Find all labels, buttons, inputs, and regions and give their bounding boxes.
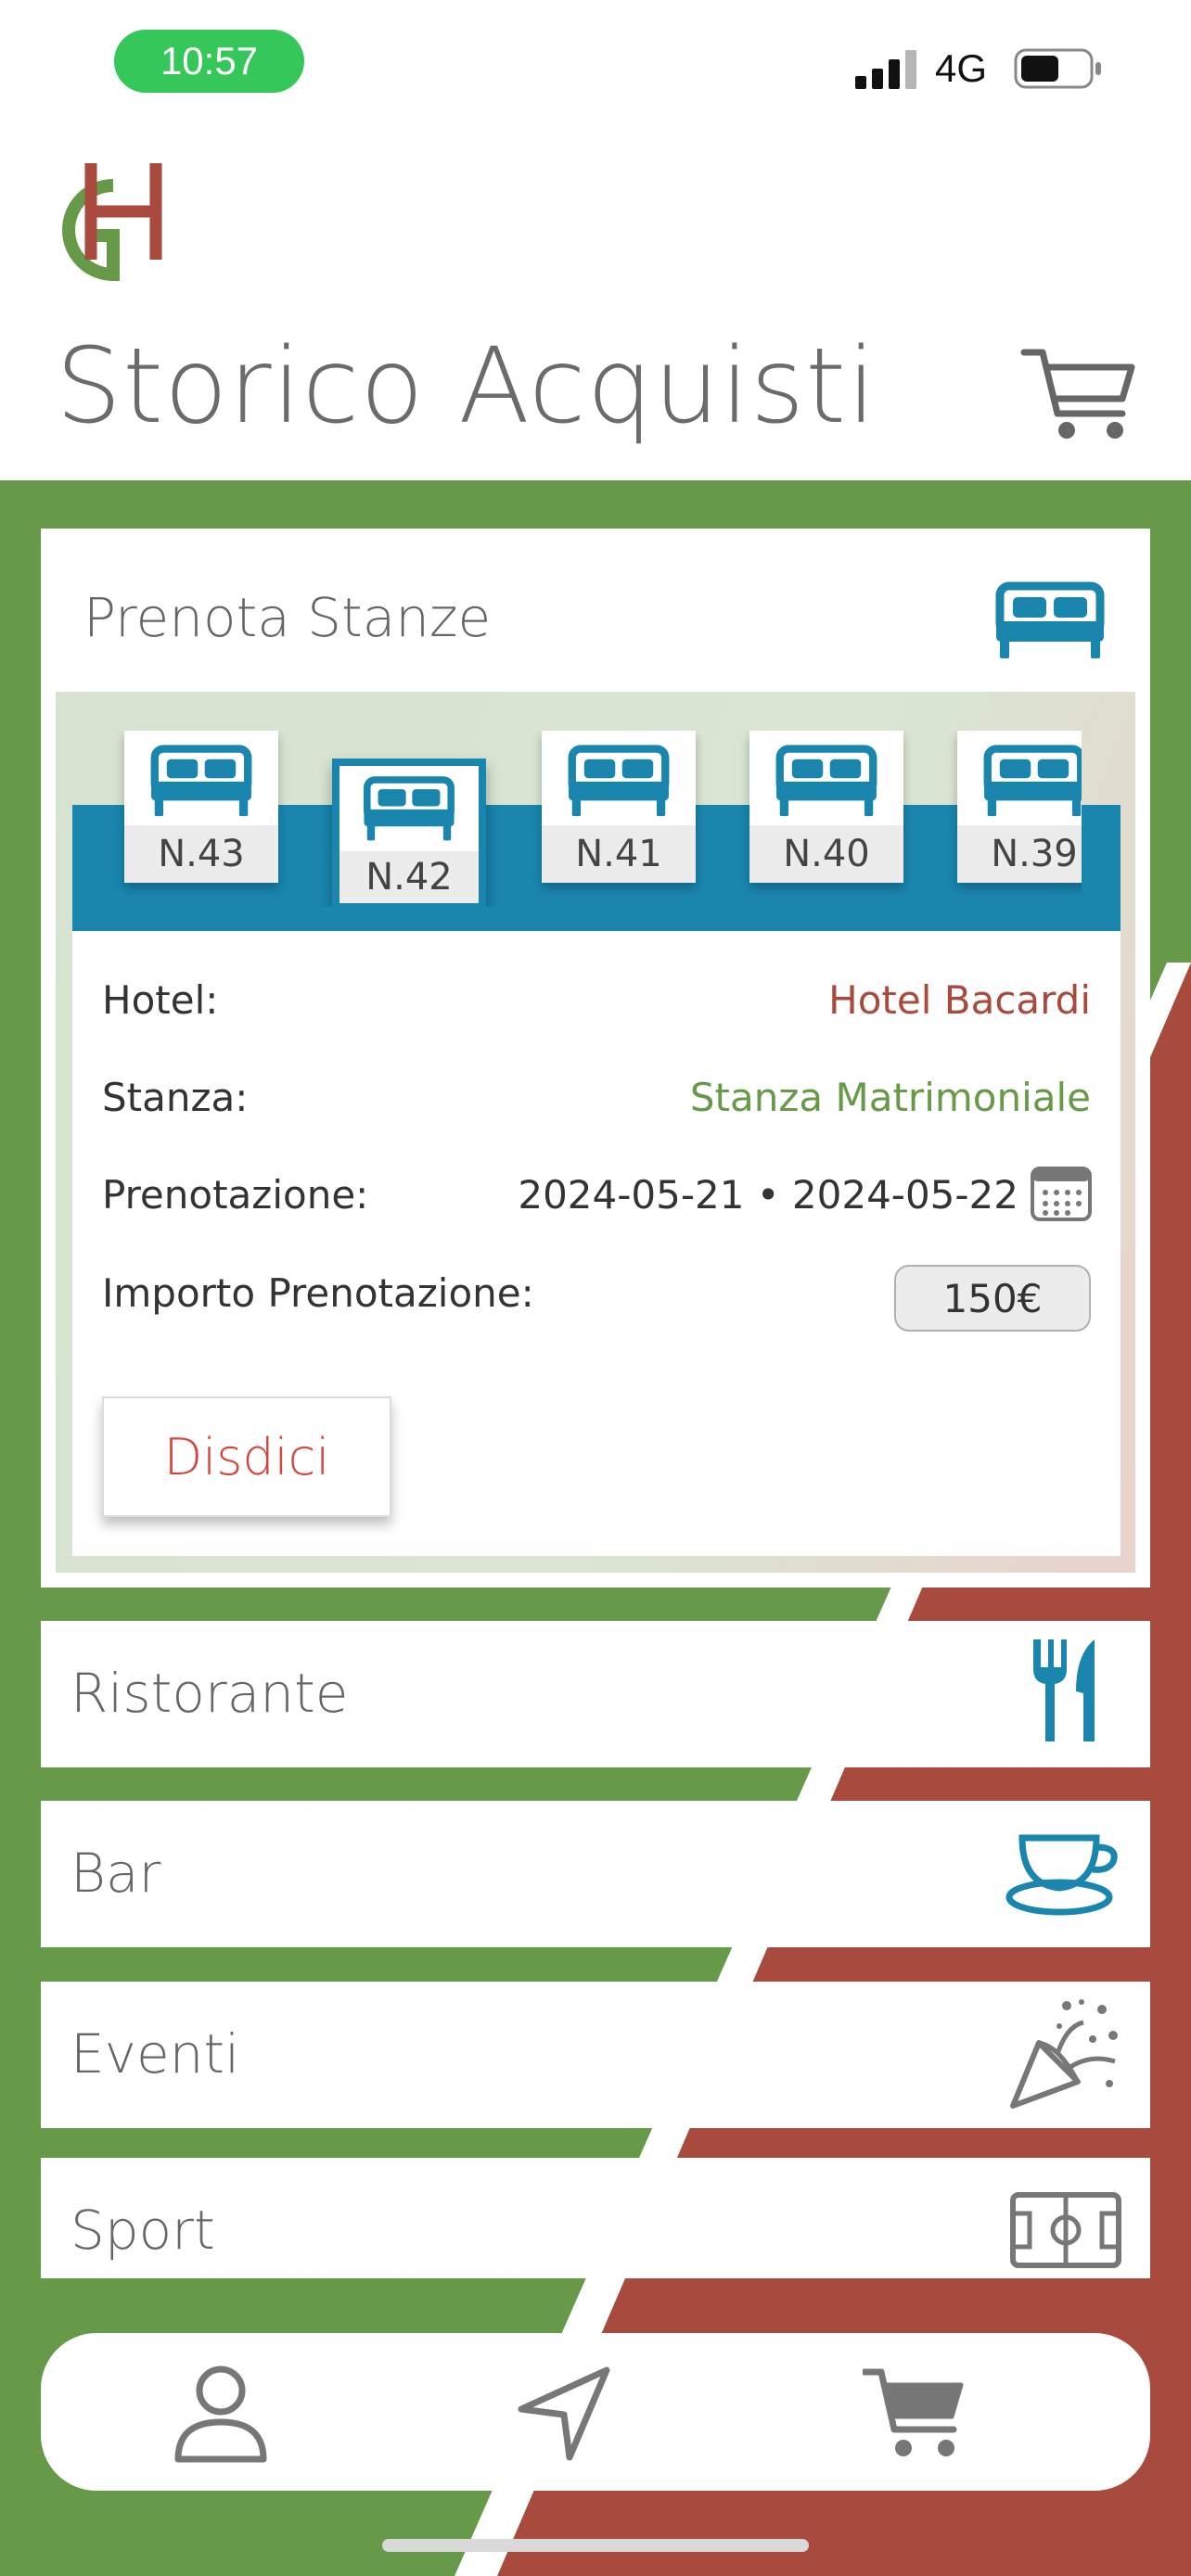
section-label: Bar [70,1842,161,1905]
gh-logo [62,163,162,282]
booking-dates-value: 2024-05-21 • 2024-05-22 [518,1172,1018,1218]
status-bar: 10:57 4G [0,0,1191,130]
room-selector[interactable]: N.43 N.42 N.41 N.40 N.39 [113,731,1082,907]
room-tile-41[interactable]: N.41 [542,731,696,883]
booking-details: Hotel: Hotel Bacardi Stanza: Stanza Matr… [72,931,1121,1556]
bed-icon [775,745,877,817]
room-number: N.40 [749,825,903,883]
amount-badge: 150€ [894,1265,1091,1332]
home-indicator [382,2539,809,2552]
signal-icon [855,50,916,89]
bed-icon [995,581,1105,658]
amount-label: Importo Prenotazione: [102,1270,534,1316]
section-ristorante[interactable]: Ristorante [41,1621,1150,1767]
status-time: 10:57 [114,30,304,93]
soccer-field-icon [1010,2192,1121,2268]
section-label: Sport [70,2199,215,2262]
calendar-icon[interactable] [1030,1163,1093,1222]
room-type-value: Stanza Matrimoniale [689,1075,1091,1120]
bed-icon [568,745,670,817]
location-arrow-icon[interactable] [516,2365,612,2463]
section-label: Ristorante [70,1662,349,1725]
cart-icon[interactable] [863,2365,965,2461]
booking-dates-label: Prenotazione: [102,1172,369,1218]
booking-card-header[interactable]: Prenota Stanze [41,529,1150,692]
booking-frame: N.43 N.42 N.41 N.40 N.39 Hotel: Hotel Ba… [56,692,1135,1573]
section-eventi[interactable]: Eventi [41,1982,1150,2128]
booking-card-title: Prenota Stanze [83,586,492,649]
room-number: N.43 [124,825,278,883]
room-number: N.41 [542,825,696,883]
room-tile-43[interactable]: N.43 [124,731,278,883]
section-label: Eventi [70,2022,240,2085]
room-tile-39[interactable]: N.39 [957,731,1082,883]
battery-icon [1014,48,1101,89]
page-title: Storico Acquisti [56,326,877,447]
room-number: N.42 [339,851,479,903]
party-popper-icon [1010,1999,1118,2109]
teacup-icon [1005,1834,1118,1916]
section-sport[interactable]: Sport [41,2158,1150,2278]
hotel-label: Hotel: [102,977,219,1023]
room-tile-42-selected[interactable]: N.42 [332,759,486,907]
fork-knife-icon [1033,1639,1095,1741]
cart-icon[interactable] [1020,343,1137,445]
bed-icon [983,745,1082,817]
bed-icon [150,745,252,817]
hotel-value: Hotel Bacardi [828,977,1091,1023]
user-icon[interactable] [173,2365,269,2463]
booking-card: Prenota Stanze N.43 N.42 N.41 N.40 N.39 … [41,529,1150,1588]
bed-icon [364,776,455,841]
room-tile-40[interactable]: N.40 [749,731,903,883]
network-type: 4G [935,46,988,90]
section-bar[interactable]: Bar [41,1801,1150,1947]
room-number: N.39 [957,825,1082,883]
cancel-booking-button[interactable]: Disdici [102,1396,391,1517]
room-type-label: Stanza: [102,1075,249,1120]
bottom-nav [41,2333,1150,2491]
